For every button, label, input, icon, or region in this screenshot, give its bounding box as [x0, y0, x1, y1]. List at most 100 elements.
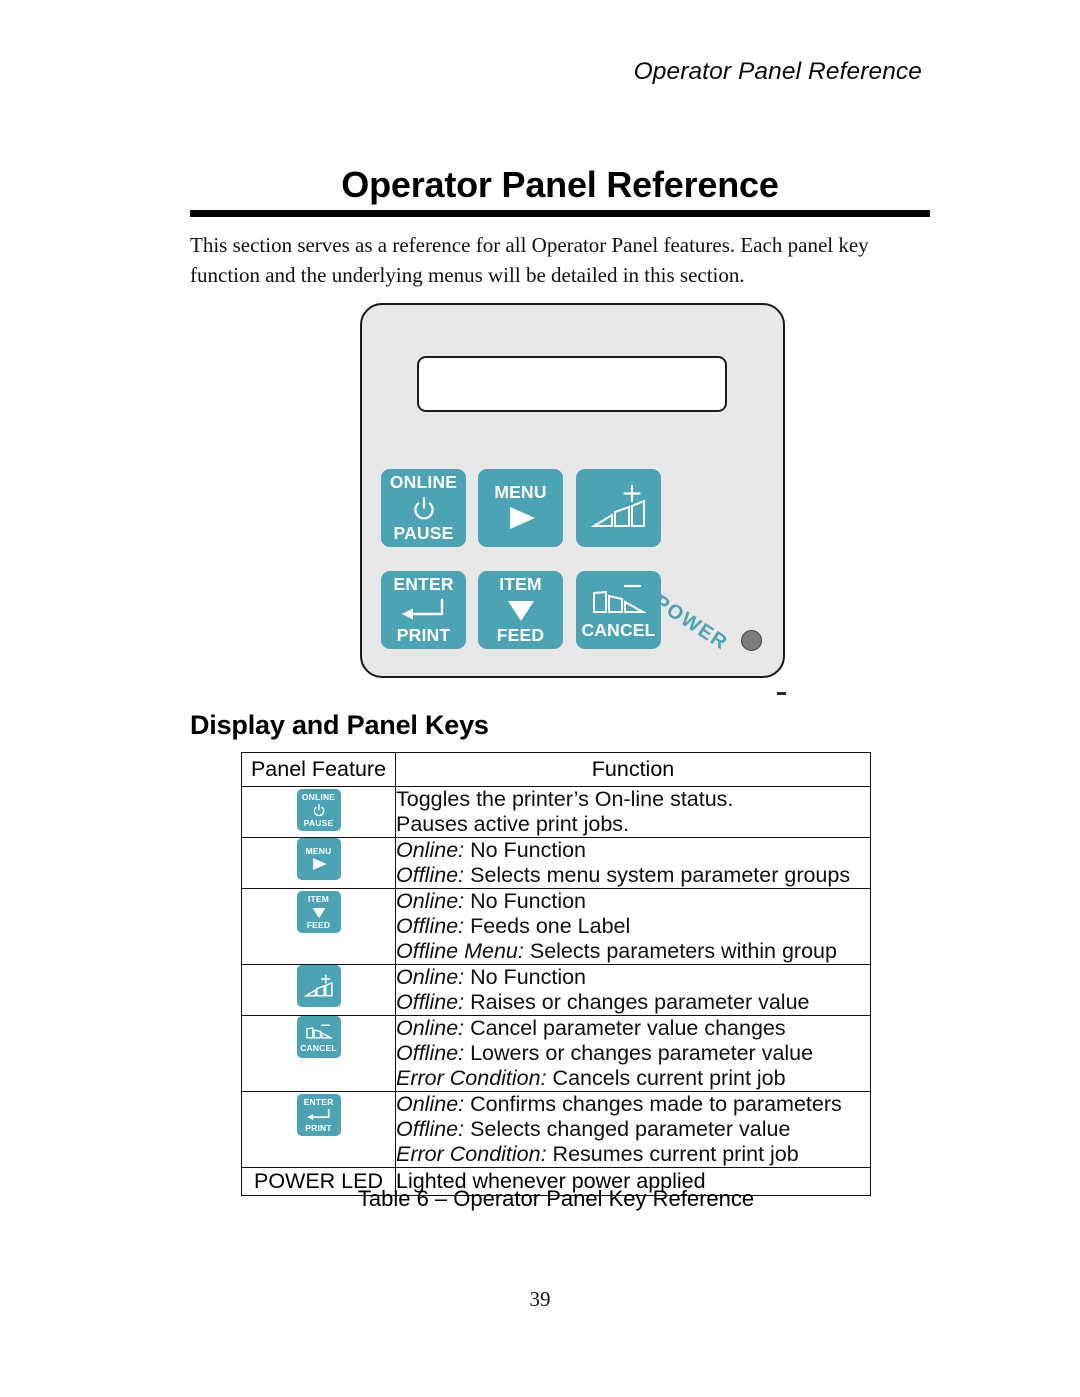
power-led-indicator: [741, 630, 762, 651]
function-line: Toggles the printer’s On-line status.: [396, 787, 870, 812]
function-line: Online: No Function: [396, 965, 870, 990]
table-cell-function: Toggles the printer’s On-line status. Pa…: [395, 786, 871, 838]
function-line: Online: No Function: [396, 838, 870, 863]
table-row: CANCEL Online: Cancel parameter value ch…: [241, 1015, 871, 1092]
mini-key-menu[interactable]: MENU: [296, 838, 341, 880]
function-text: Resumes current print job: [546, 1142, 799, 1166]
panel-key-enter-print[interactable]: ENTER PRINT: [381, 571, 466, 649]
function-text: Raises or changes parameter value: [464, 990, 810, 1014]
panel-key-increase[interactable]: [576, 469, 661, 547]
return-arrow-icon: [305, 1107, 333, 1123]
function-mode: Online:: [396, 1092, 465, 1116]
mini-key-menu-label: MENU: [305, 846, 332, 856]
function-mode: Offline:: [396, 990, 465, 1014]
function-mode: Offline Menu:: [396, 939, 524, 963]
table-cell-feature: MENU: [241, 837, 396, 889]
function-mode: Online:: [396, 1016, 465, 1040]
table-cell-feature: ITEM FEED: [241, 888, 396, 965]
table-cell-function: Online: Confirms changes made to paramet…: [395, 1091, 871, 1168]
function-text: Confirms changes made to parameters: [464, 1092, 842, 1116]
triangle-right-icon: [501, 503, 541, 533]
descending-bars-minus-icon: [588, 580, 650, 620]
return-arrow-icon: [398, 595, 450, 625]
mini-key-cancel-label: CANCEL: [300, 1043, 337, 1053]
panel-key-feed-label: FEED: [496, 625, 545, 645]
triangle-right-icon: [308, 856, 330, 872]
table-header-function: Function: [395, 752, 871, 787]
function-line: Pauses active print jobs.: [396, 812, 870, 837]
function-line: Online: Cancel parameter value changes: [396, 1016, 870, 1041]
function-line: Offline: Selects menu system parameter g…: [396, 863, 870, 888]
function-text: Selects parameters within group: [523, 939, 837, 963]
table-cell-feature: ENTER PRINT: [241, 1091, 396, 1168]
mini-key-enter-label: ENTER: [303, 1097, 334, 1107]
descending-bars-minus-icon: [304, 1021, 334, 1043]
table-header-row: Panel Feature Function: [241, 752, 871, 787]
panel-tick-mark: [777, 692, 786, 695]
panel-key-menu[interactable]: MENU: [478, 469, 563, 547]
power-symbol-icon: [312, 802, 326, 818]
panel-key-online-pause[interactable]: ONLINE PAUSE: [381, 469, 466, 547]
function-text: Toggles the printer’s On-line status.: [396, 787, 734, 811]
function-mode: Offline:: [396, 914, 465, 938]
triangle-down-icon: [504, 595, 538, 625]
mini-key-feed-label: FEED: [306, 920, 331, 930]
lcd-display: [417, 356, 727, 412]
mini-key-item-feed[interactable]: ITEM FEED: [296, 891, 341, 933]
function-line: Error Condition: Resumes current print j…: [396, 1142, 870, 1167]
panel-key-item-label: ITEM: [499, 574, 542, 594]
function-mode: Error Condition:: [396, 1066, 547, 1090]
mini-key-increase[interactable]: [296, 965, 341, 1007]
panel-key-online-label: ONLINE: [389, 472, 458, 492]
function-line: Error Condition: Cancels current print j…: [396, 1066, 870, 1091]
panel-key-menu-label: MENU: [494, 482, 547, 502]
table-cell-function: Online: No Function Offline: Selects men…: [395, 837, 871, 889]
ascending-bars-plus-icon: [588, 482, 650, 534]
function-text: Lowers or changes parameter value: [464, 1041, 814, 1065]
function-text: Selects changed parameter value: [464, 1117, 791, 1141]
function-mode: Online:: [396, 838, 465, 862]
panel-key-item-feed[interactable]: ITEM FEED: [478, 571, 563, 649]
operator-panel-figure: ONLINE PAUSE MENU ENTER PRINT ITEM FEED …: [360, 303, 785, 678]
function-line: Offline: Raises or changes parameter val…: [396, 990, 870, 1015]
function-line: Offline: Lowers or changes parameter val…: [396, 1041, 870, 1066]
function-line: Offline: Feeds one Label: [396, 914, 870, 939]
intro-paragraph: This section serves as a reference for a…: [190, 230, 930, 290]
table-header-panel-feature: Panel Feature: [241, 752, 396, 787]
page-number: 39: [529, 1287, 551, 1311]
table-row: MENU Online: No Function Offline: Select…: [241, 837, 871, 889]
table-row: ITEM FEED Online: No Function Offline: F…: [241, 888, 871, 965]
ascending-bars-plus-icon: [303, 971, 335, 1001]
function-text: No Function: [464, 889, 587, 913]
table-cell-feature: ONLINE PAUSE: [241, 786, 396, 838]
function-line: Online: Confirms changes made to paramet…: [396, 1092, 870, 1117]
function-text: No Function: [464, 965, 587, 989]
mini-key-pause-label: PAUSE: [303, 818, 334, 828]
function-line: Offline: Selects changed parameter value: [396, 1117, 870, 1142]
table-row: Online: No Function Offline: Raises or c…: [241, 964, 871, 1016]
panel-key-enter-label: ENTER: [393, 574, 454, 594]
function-mode: Online:: [396, 965, 465, 989]
function-text: Pauses active print jobs.: [396, 812, 630, 836]
mini-key-enter-print[interactable]: ENTER PRINT: [296, 1094, 341, 1136]
mini-key-print-label: PRINT: [305, 1123, 332, 1133]
power-symbol-icon: [411, 493, 437, 523]
panel-key-cancel-label: CANCEL: [581, 620, 656, 640]
panel-key-print-label: PRINT: [396, 625, 451, 645]
mini-key-item-label: ITEM: [307, 894, 330, 904]
mini-key-online-pause[interactable]: ONLINE PAUSE: [296, 789, 341, 831]
function-line: Online: No Function: [396, 889, 870, 914]
panel-key-pause-label: PAUSE: [393, 523, 454, 543]
triangle-down-icon: [310, 904, 328, 920]
function-mode: Offline:: [396, 1117, 465, 1141]
function-line: Offline Menu: Selects parameters within …: [396, 939, 870, 964]
function-mode: Online:: [396, 889, 465, 913]
table-cell-function: Online: No Function Offline: Feeds one L…: [395, 888, 871, 965]
running-header: Operator Panel Reference: [633, 58, 922, 85]
function-mode: Offline:: [396, 863, 465, 887]
section-heading: Display and Panel Keys: [190, 710, 489, 740]
table-cell-function: Online: Cancel parameter value changes O…: [395, 1015, 871, 1092]
table-row: ONLINE PAUSE Toggles the printer’s On-li…: [241, 786, 871, 838]
mini-key-cancel[interactable]: CANCEL: [296, 1016, 341, 1058]
function-text: Cancel parameter value changes: [464, 1016, 786, 1040]
